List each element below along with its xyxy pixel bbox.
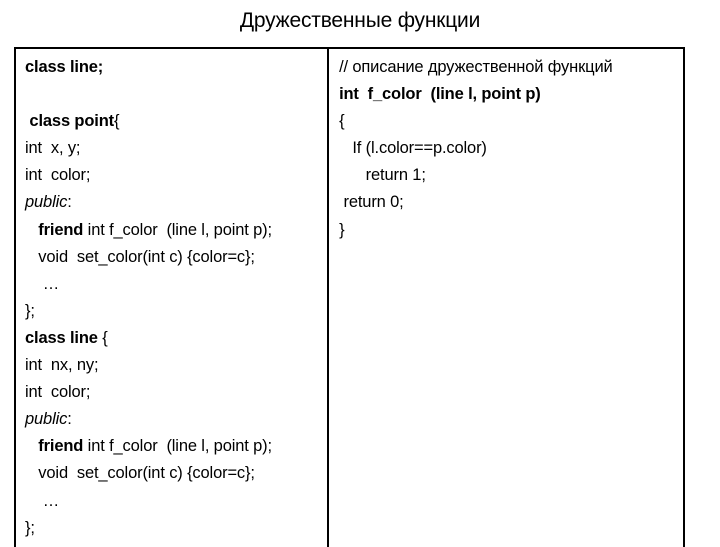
code-segment: void set_color(int c) {color=c}; (25, 247, 255, 266)
right-code-line-r2: int f_color (line l, point p) (339, 81, 683, 108)
code-segment: friend (25, 437, 84, 456)
left-code-line-l16: void set_color(int c) {color=c}; (25, 460, 327, 487)
code-segment: int color; (25, 166, 91, 185)
code-column-friend-function: // описание дружественной функций int f_c… (329, 49, 683, 547)
code-column-class-declarations: class line; class point{int x, y; int col… (16, 49, 330, 547)
left-code-line-l19: // описание функций класса point (25, 542, 327, 547)
code-segment: int nx, ny; (25, 356, 99, 375)
code-segment: { (339, 112, 345, 131)
left-code-line-l18: }; (25, 515, 327, 542)
code-segment: public (25, 410, 68, 429)
right-code-line-r1: // описание дружественной функций (339, 54, 683, 81)
code-segment: { (113, 112, 120, 131)
left-code-line-l8: void set_color(int c) {color=c}; (25, 244, 327, 271)
left-code-line-l4: int x, y; (25, 135, 327, 162)
code-comparison-table: class line; class point{int x, y; int col… (14, 47, 685, 547)
right-code-line-r7: } (339, 217, 683, 244)
left-code-line-l10: }; (25, 298, 327, 325)
code-segment: : (67, 410, 72, 429)
code-segment: int x, y; (25, 139, 81, 158)
left-code-line-l12: int nx, ny; (25, 352, 327, 379)
left-code-line-l17: … (25, 488, 327, 515)
code-segment: return 1; (339, 166, 426, 185)
left-code-line-l5: int color; (25, 162, 327, 189)
code-segment: int color; (25, 383, 91, 402)
code-segment: … (25, 491, 60, 510)
code-segment: public (25, 193, 68, 212)
left-code-line-l13: int color; (25, 379, 327, 406)
code-segment: }; (25, 301, 35, 320)
code-segment: int f_color (line l, point p); (83, 220, 272, 239)
left-code-line-l14: public: (25, 406, 327, 433)
right-code-line-r4: If (l.color==p.color) (339, 135, 683, 162)
left-code-line-l6: public: (25, 189, 327, 216)
code-segment: }; (25, 518, 35, 537)
code-segment: … (25, 274, 60, 293)
right-code-line-r5: return 1; (339, 162, 683, 189)
code-segment: int f_color (line l, point p) (339, 85, 541, 104)
left-code-line-l15: friend int f_color (line l, point p); (25, 433, 327, 460)
left-code-line-l11: class line { (25, 325, 327, 352)
code-segment: class point (25, 112, 114, 131)
code-segment: void set_color(int c) {color=c}; (25, 464, 255, 483)
right-code-line-r6: return 0; (339, 189, 683, 216)
slide-title: Дружественные функции (239, 9, 481, 32)
left-code-line-l9: … (25, 271, 327, 298)
code-segment: class line (25, 328, 98, 347)
code-segment: int f_color (line l, point p); (83, 437, 272, 456)
code-segment: return 0; (339, 193, 404, 212)
code-segment: friend (25, 220, 84, 239)
left-code-line-l1: class line; (25, 54, 327, 81)
left-code-line-l7: friend int f_color (line l, point p); (25, 217, 327, 244)
code-segment: { (97, 328, 108, 347)
slide-canvas: Дружественные функции class line; class … (0, 0, 720, 547)
code-segment: } (339, 220, 345, 239)
code-segment: class line; (25, 58, 104, 76)
code-segment: : (67, 193, 72, 212)
left-code-line-l2 (25, 81, 327, 108)
left-code-line-l3: class point{ (25, 108, 327, 135)
code-segment: // описание дружественной функций (339, 58, 613, 76)
code-segment: If (l.color==p.color) (339, 139, 487, 158)
right-code-line-r3: { (339, 108, 683, 135)
